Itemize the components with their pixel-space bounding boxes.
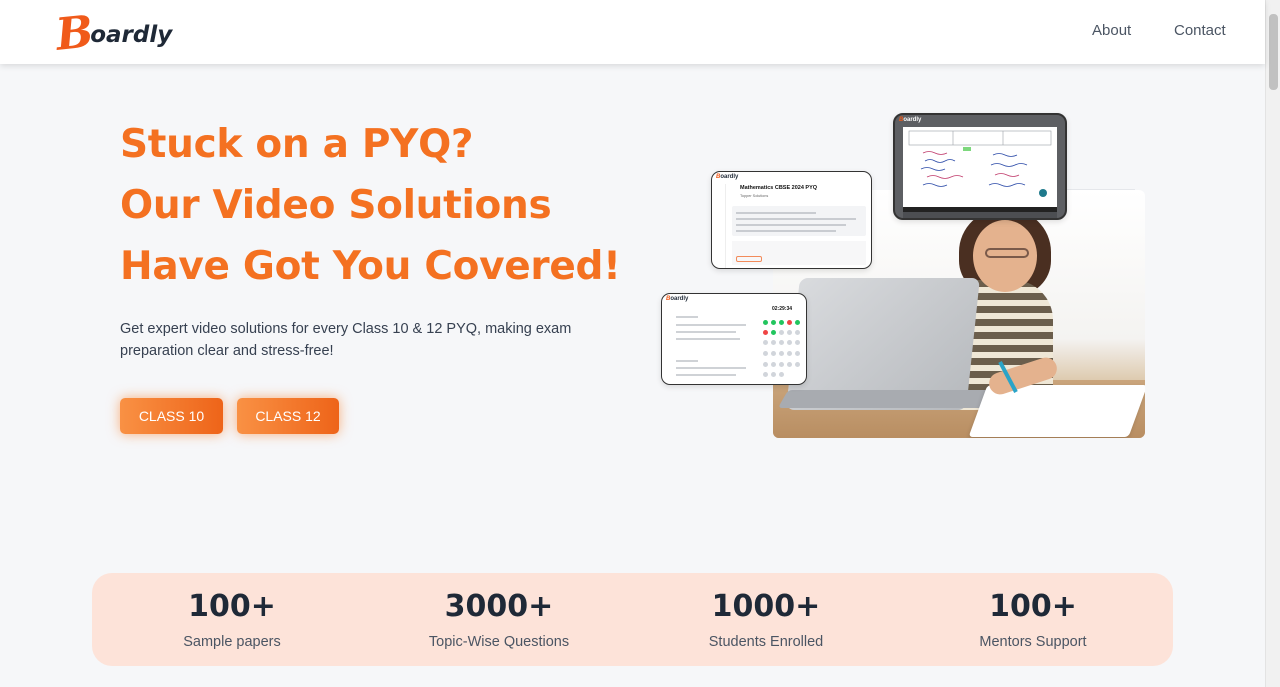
test-timer-mockup: Boardly 02:29:34 [661, 293, 807, 385]
stat-label: Topic-Wise Questions [428, 634, 570, 650]
mockup-title: Mathematics CBSE 2024 PYQ [740, 185, 818, 191]
question-status-dot [779, 372, 784, 377]
question-status-dot [771, 372, 776, 377]
question-status-dot [771, 320, 776, 325]
stat-value: 3000+ [444, 589, 554, 624]
mockup-logo: Boardly [666, 296, 689, 302]
mockup-text-line [676, 360, 698, 362]
stat-topic-wise-questions: 3000+ Topic-Wise Questions [364, 573, 634, 666]
question-status-dot [771, 330, 776, 335]
question-status-dot [771, 351, 776, 356]
video-caption-bar [903, 212, 1057, 218]
stat-value: 1000+ [711, 589, 821, 624]
page-scrollbar[interactable] [1265, 0, 1280, 687]
question-status-dot [763, 351, 768, 356]
question-status-dot [771, 340, 776, 345]
stat-label: Sample papers [183, 634, 281, 650]
mockup-text-line [736, 230, 836, 232]
logo-b-glyph: B [53, 6, 96, 61]
nav-about-link[interactable]: About [1092, 22, 1131, 39]
math-scribbles-icon [908, 130, 1052, 197]
question-status-dot [795, 351, 800, 356]
hero-headline-line-1: Stuck on a PYQ? [120, 122, 474, 167]
mockup-timer: 02:29:34 [772, 306, 793, 312]
stat-value: 100+ [989, 589, 1077, 624]
glasses [985, 248, 1029, 258]
mockup-text-line [676, 374, 736, 376]
question-status-dot [787, 320, 792, 325]
stats-banner: 100+ Sample papers 3000+ Topic-Wise Ques… [92, 573, 1173, 666]
question-status-dot [779, 320, 784, 325]
scrollbar-thumb[interactable] [1269, 14, 1278, 90]
class-12-button[interactable]: CLASS 12 [237, 398, 339, 434]
mockup-text-line [736, 218, 856, 220]
class-10-button[interactable]: CLASS 10 [120, 398, 223, 434]
mockup-text-line [676, 367, 746, 369]
question-status-dot [779, 351, 784, 356]
question-status-dot [763, 340, 768, 345]
hero-subtitle: Get expert video solutions for every Cla… [120, 321, 572, 359]
mockup-text-line [676, 316, 698, 318]
video-whiteboard [903, 127, 1057, 207]
nav-contact-link[interactable]: Contact [1174, 22, 1226, 39]
question-status-dot [795, 320, 800, 325]
question-status-dot [795, 362, 800, 367]
question-status-dot [795, 330, 800, 335]
stat-students-enrolled: 1000+ Students Enrolled [631, 573, 901, 666]
mockup-tag [736, 256, 762, 262]
stat-mentors-support: 100+ Mentors Support [898, 573, 1168, 666]
question-status-dot [763, 320, 768, 325]
question-status-dot [787, 362, 792, 367]
mockup-text-line [676, 324, 746, 326]
mockup-logo: Boardly [899, 117, 922, 123]
hero-headline-line-3: Have Got You Covered! [120, 244, 621, 289]
question-status-dot [787, 340, 792, 345]
question-status-dot [779, 362, 784, 367]
stat-label: Mentors Support [979, 634, 1087, 650]
mockup-side-rail [712, 184, 726, 268]
hero-headline-line-2: Our Video Solutions [120, 183, 552, 228]
mockup-text-line [676, 331, 736, 333]
boardly-logo[interactable]: B oardly [53, 6, 173, 61]
logo-wordmark: oardly [90, 22, 173, 48]
mockup-text-line [676, 338, 740, 340]
stat-sample-papers: 100+ Sample papers [97, 573, 367, 666]
top-nav-bar: B oardly About Contact [0, 0, 1265, 64]
stat-value: 100+ [188, 589, 276, 624]
question-status-dot [763, 372, 768, 377]
mockup-text-line [736, 224, 846, 226]
mockup-logo: Boardly [716, 174, 739, 180]
question-status-dot [771, 362, 776, 367]
question-status-dot [779, 340, 784, 345]
question-status-dot [763, 362, 768, 367]
question-status-dot [787, 351, 792, 356]
pyq-solutions-mockup: Boardly Mathematics CBSE 2024 PYQ Topper… [711, 171, 872, 269]
video-solution-mockup: Boardly [893, 113, 1067, 220]
stat-label: Students Enrolled [708, 634, 824, 650]
question-status-dot [779, 330, 784, 335]
question-status-dot [795, 340, 800, 345]
question-status-dot [787, 330, 792, 335]
mockup-subtitle: Topper Solutions [740, 194, 769, 198]
question-status-dot [763, 330, 768, 335]
mockup-text-line [736, 212, 816, 214]
